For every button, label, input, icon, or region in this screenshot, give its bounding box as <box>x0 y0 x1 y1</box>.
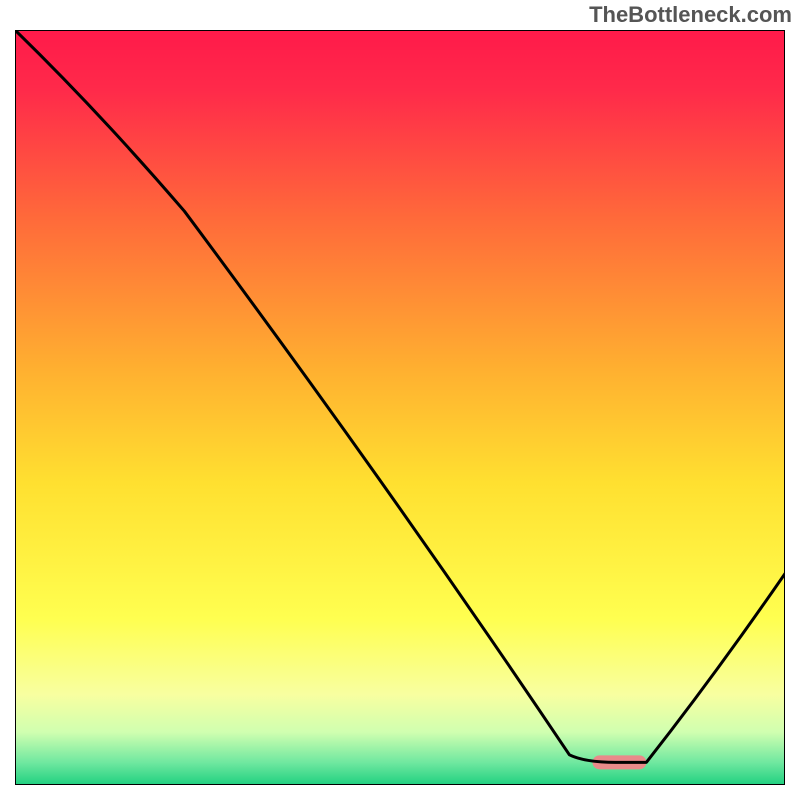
chart-container: TheBottleneck.com <box>0 0 800 800</box>
watermark-text: TheBottleneck.com <box>589 2 792 28</box>
gradient-background <box>15 30 785 785</box>
plot-area <box>15 30 785 785</box>
chart-svg <box>15 30 785 785</box>
